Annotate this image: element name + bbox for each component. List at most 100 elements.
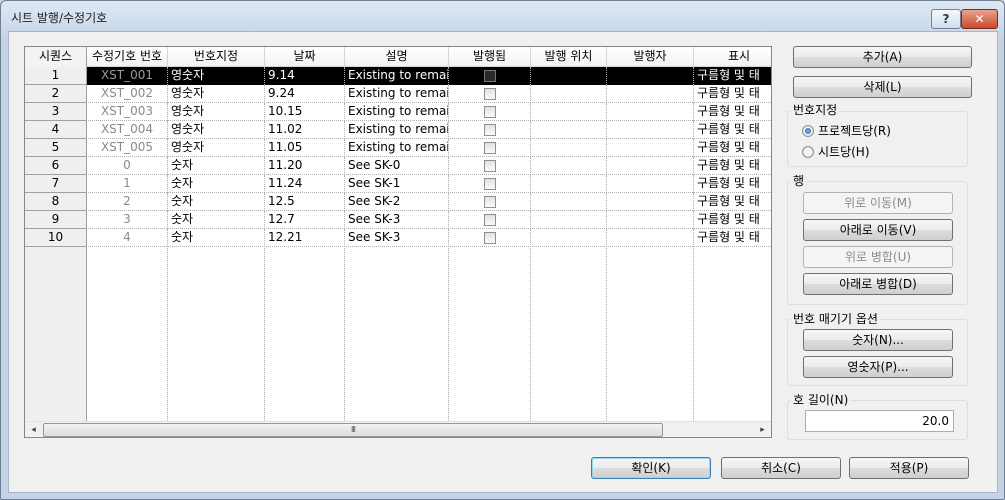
help-button[interactable]: ? — [931, 9, 961, 29]
cell-description[interactable]: Existing to remain — [345, 139, 449, 157]
cell-issued-to[interactable] — [531, 121, 607, 139]
cell-issued[interactable] — [449, 139, 531, 157]
cell-issued-to[interactable] — [531, 139, 607, 157]
cell-description[interactable]: See SK-2 — [345, 193, 449, 211]
delete-button[interactable]: 삭제(L) — [793, 76, 972, 98]
cell-issued[interactable] — [449, 229, 531, 247]
table-row[interactable]: 5 XST_005 영숫자 11.05 Existing to remain 구름형 및 … — [25, 139, 771, 157]
cell-issued-to[interactable] — [531, 67, 607, 85]
cell-issued-by[interactable] — [607, 229, 694, 247]
table-row[interactable]: 9 3 숫자 12.7 See SK-3 구름형 및 태 — [25, 211, 771, 229]
cell-description[interactable]: See SK-1 — [345, 175, 449, 193]
cell-issued[interactable] — [449, 157, 531, 175]
column-header-description[interactable]: 설명 — [345, 47, 449, 67]
cell-date[interactable]: 12.21 — [265, 229, 345, 247]
table-row[interactable]: 1 XST_001 영숫자 9.14 Existing to remain 구름형 및 태 — [25, 67, 771, 85]
cell-seq[interactable]: 3 — [25, 103, 87, 121]
cell-numbering[interactable]: 숫자 — [168, 193, 265, 211]
column-header-seq[interactable]: 시퀀스 — [25, 47, 87, 67]
cell-issued[interactable] — [449, 103, 531, 121]
merge-up-button[interactable]: 위로 병합(U) — [803, 246, 953, 268]
issued-checkbox[interactable] — [483, 142, 496, 154]
cell-issued-by[interactable] — [607, 85, 694, 103]
issued-checkbox[interactable] — [483, 124, 496, 136]
issued-checkbox[interactable] — [483, 160, 496, 172]
table-row[interactable]: 8 2 숫자 12.5 See SK-2 구름형 및 태 — [25, 193, 771, 211]
cell-issued-to[interactable] — [531, 85, 607, 103]
cell-date[interactable]: 11.05 — [265, 139, 345, 157]
cell-description[interactable]: Existing to remain — [345, 121, 449, 139]
cell-show[interactable]: 구름형 및 태 — [694, 85, 771, 103]
cell-revision-number[interactable]: XST_001 — [87, 67, 168, 85]
cell-issued[interactable] — [449, 211, 531, 229]
cell-issued-by[interactable] — [607, 103, 694, 121]
column-header-issued-to[interactable]: 발행 위치 — [531, 47, 607, 67]
issued-checkbox[interactable] — [483, 232, 496, 244]
cell-seq[interactable]: 1 — [25, 67, 87, 85]
table-row[interactable]: 2 XST_002 영숫자 9.24 Existing to remain 구름형 및 태 — [25, 85, 771, 103]
cell-seq[interactable]: 10 — [25, 229, 87, 247]
cell-show[interactable]: 구름형 및 태 — [694, 157, 771, 175]
issued-checkbox[interactable] — [483, 178, 496, 190]
cell-revision-number[interactable]: XST_002 — [87, 85, 168, 103]
cell-numbering[interactable]: 숫자 — [168, 157, 265, 175]
cell-numbering[interactable]: 영숫자 — [168, 67, 265, 85]
cell-description[interactable]: Existing to remain — [345, 85, 449, 103]
cell-revision-number[interactable]: 0 — [87, 157, 168, 175]
cell-date[interactable]: 9.14 — [265, 67, 345, 85]
cell-description[interactable]: See SK-0 — [345, 157, 449, 175]
issued-checkbox[interactable] — [483, 196, 496, 208]
cell-date[interactable]: 11.02 — [265, 121, 345, 139]
cell-revision-number[interactable]: 2 — [87, 193, 168, 211]
cell-issued-by[interactable] — [607, 67, 694, 85]
radio-per-project[interactable]: 프로젝트당(R) — [802, 123, 891, 139]
cell-show[interactable]: 구름형 및 태 — [694, 139, 771, 157]
cell-seq[interactable]: 2 — [25, 85, 87, 103]
cell-issued[interactable] — [449, 121, 531, 139]
column-header-numbering[interactable]: 번호지정 — [168, 47, 265, 67]
cell-description[interactable]: Existing to remain — [345, 67, 449, 85]
cell-issued[interactable] — [449, 175, 531, 193]
column-header-issued[interactable]: 발행됨 — [449, 47, 531, 67]
issued-checkbox[interactable] — [483, 106, 496, 118]
cell-numbering[interactable]: 영숫자 — [168, 85, 265, 103]
cell-issued-to[interactable] — [531, 103, 607, 121]
cell-show[interactable]: 구름형 및 태 — [694, 193, 771, 211]
column-header-revision-number[interactable]: 수정기호 번호 — [87, 47, 168, 67]
radio-per-sheet[interactable]: 시트당(H) — [802, 144, 870, 160]
cell-numbering[interactable]: 숫자 — [168, 175, 265, 193]
cell-description[interactable]: Existing to remain — [345, 103, 449, 121]
cell-description[interactable]: See SK-3 — [345, 229, 449, 247]
table-row[interactable]: 10 4 숫자 12.21 See SK-3 구름형 및 태 — [25, 229, 771, 247]
scroll-left-icon[interactable]: ◂ — [25, 422, 42, 437]
cell-issued-by[interactable] — [607, 193, 694, 211]
cell-revision-number[interactable]: 4 — [87, 229, 168, 247]
cell-description[interactable]: See SK-3 — [345, 211, 449, 229]
numeric-options-button[interactable]: 숫자(N)... — [803, 329, 953, 351]
cell-issued-to[interactable] — [531, 211, 607, 229]
cell-revision-number[interactable]: 1 — [87, 175, 168, 193]
cell-revision-number[interactable]: 3 — [87, 211, 168, 229]
cell-seq[interactable]: 4 — [25, 121, 87, 139]
cell-show[interactable]: 구름형 및 태 — [694, 103, 771, 121]
arc-length-input[interactable] — [805, 410, 954, 432]
issued-checkbox[interactable] — [483, 70, 496, 82]
revision-grid[interactable]: 시퀀스 수정기호 번호 번호지정 날짜 설명 발행됨 발행 위치 발행자 표시 1 XST_001… — [24, 46, 772, 438]
scroll-right-icon[interactable]: ▸ — [754, 422, 771, 437]
cell-issued-by[interactable] — [607, 175, 694, 193]
cell-date[interactable]: 11.24 — [265, 175, 345, 193]
cell-issued[interactable] — [449, 85, 531, 103]
issued-checkbox[interactable] — [483, 88, 496, 100]
cell-seq[interactable]: 5 — [25, 139, 87, 157]
cell-show[interactable]: 구름형 및 태 — [694, 175, 771, 193]
cell-date[interactable]: 12.7 — [265, 211, 345, 229]
cell-issued-to[interactable] — [531, 193, 607, 211]
table-row[interactable]: 4 XST_004 영숫자 11.02 Existing to remain 구름형 및 … — [25, 121, 771, 139]
column-header-date[interactable]: 날짜 — [265, 47, 345, 67]
cell-revision-number[interactable]: XST_003 — [87, 103, 168, 121]
cell-seq[interactable]: 6 — [25, 157, 87, 175]
cell-issued-to[interactable] — [531, 175, 607, 193]
cell-issued-by[interactable] — [607, 121, 694, 139]
cell-seq[interactable]: 9 — [25, 211, 87, 229]
cell-revision-number[interactable]: XST_004 — [87, 121, 168, 139]
